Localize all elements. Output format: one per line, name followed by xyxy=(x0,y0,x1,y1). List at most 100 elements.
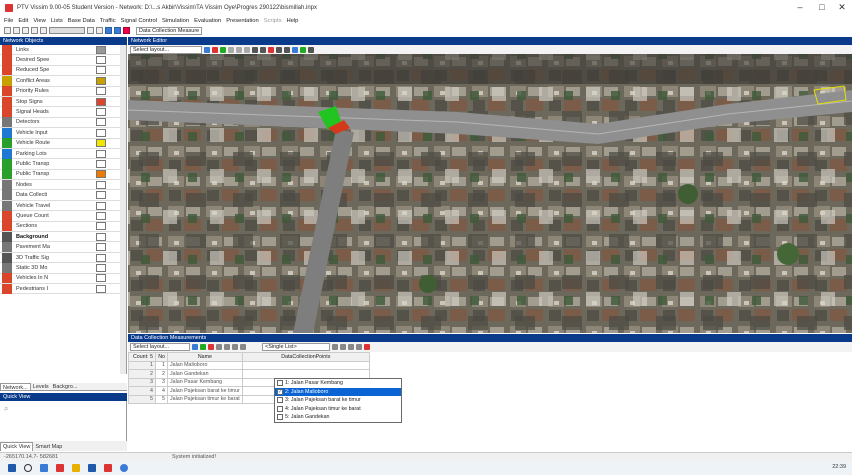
3d-mode-icon[interactable] xyxy=(292,46,298,53)
browser-icon[interactable] xyxy=(56,464,64,472)
row-number-cell[interactable]: 3 xyxy=(128,377,156,387)
single-list-dropdown[interactable]: <Single List> xyxy=(262,343,330,351)
menu-view[interactable]: View xyxy=(33,18,45,24)
network-object-color-swatch[interactable] xyxy=(96,128,106,137)
export-icon[interactable] xyxy=(356,344,362,350)
network-object-row[interactable]: Desired Spee xyxy=(0,55,126,66)
new-file-icon[interactable] xyxy=(4,27,11,34)
network-object-row[interactable]: Queue Count xyxy=(0,210,126,222)
menu-simulation[interactable]: Simulation xyxy=(162,18,189,24)
pan-icon[interactable] xyxy=(236,46,242,53)
paste-list-icon[interactable] xyxy=(348,344,354,350)
add-icon[interactable] xyxy=(200,344,206,350)
column-header[interactable]: No xyxy=(155,352,168,362)
network-object-row[interactable]: Signal Heads xyxy=(0,107,126,118)
network-object-row[interactable]: Reduced Spe xyxy=(0,65,126,77)
select-layout-dropdown[interactable]: Select layout... xyxy=(130,45,202,54)
auto-filter-icon[interactable] xyxy=(364,344,370,350)
network-object-color-swatch[interactable] xyxy=(96,232,106,241)
start-icon[interactable] xyxy=(8,464,16,472)
network-object-color-swatch[interactable] xyxy=(96,274,106,283)
quick-view-tab-0[interactable]: Quick View xyxy=(0,442,34,451)
attribute-selection-icon[interactable] xyxy=(240,344,246,350)
menu-help[interactable]: Help xyxy=(286,18,298,24)
row-number-cell[interactable]: 2 xyxy=(128,369,156,379)
menu-base-data[interactable]: Base Data xyxy=(68,18,95,24)
cell-no[interactable]: 3 xyxy=(155,377,168,387)
cell-no[interactable]: 1 xyxy=(155,360,168,370)
table-row[interactable]: 1 1 Jalan Malioboro xyxy=(128,360,370,370)
evaluation-selector[interactable]: Data Collection Measure xyxy=(136,26,203,35)
dropdown-option[interactable]: ✓ 2: Jalan Malioboro xyxy=(275,387,401,396)
row-number-cell[interactable]: 4 xyxy=(128,386,156,396)
chrome-icon[interactable] xyxy=(120,464,128,472)
word-icon[interactable] xyxy=(88,464,96,472)
cell-name[interactable]: Jalan Gandekan xyxy=(167,369,243,379)
wireframe-icon[interactable] xyxy=(220,46,226,53)
data-collection-points-dropdown[interactable]: 1: Jalan Pasar Kembang ✓ 2: Jalan Maliobor… xyxy=(274,378,402,423)
edit-tool-icon[interactable] xyxy=(204,46,210,53)
column-header[interactable]: Count: 5 xyxy=(128,352,156,362)
cell-no[interactable]: 2 xyxy=(155,369,168,379)
save-icon[interactable] xyxy=(22,27,29,34)
menu-signal-control[interactable]: Signal Control xyxy=(121,18,157,24)
network-object-row[interactable]: Static 3D Mo xyxy=(0,262,126,274)
edit-icon[interactable] xyxy=(192,344,198,350)
network-object-row[interactable]: Public Transp xyxy=(0,159,126,170)
stop-icon[interactable] xyxy=(123,27,130,34)
row-number-cell[interactable]: 5 xyxy=(128,394,156,404)
network-object-color-swatch[interactable] xyxy=(96,263,106,272)
network-object-color-swatch[interactable] xyxy=(96,159,106,168)
menu-traffic[interactable]: Traffic xyxy=(100,18,116,24)
menu-edit[interactable]: Edit xyxy=(18,18,28,24)
copy-icon[interactable] xyxy=(244,46,250,53)
duplicate-icon[interactable] xyxy=(216,344,222,350)
network-object-row[interactable]: Data Collecti xyxy=(0,190,126,201)
network-objects-tab-1[interactable]: Levels xyxy=(31,383,51,390)
cell-name[interactable]: Jalan Pasar Kembang xyxy=(167,377,243,387)
dropdown-option[interactable]: 1: Jalan Pasar Kembang xyxy=(275,379,401,388)
quick-view-tab-1[interactable]: Smart Map xyxy=(33,443,64,451)
network-object-color-swatch[interactable] xyxy=(96,76,106,85)
vissim-taskbar-icon[interactable] xyxy=(104,464,112,472)
network-object-row[interactable]: Pavement Ma xyxy=(0,242,126,253)
menu-scripts[interactable]: Scripts xyxy=(264,18,282,24)
network-object-color-swatch[interactable] xyxy=(96,87,106,96)
network-object-row[interactable]: Vehicle Route xyxy=(0,138,126,149)
copy-list-icon[interactable] xyxy=(340,344,346,350)
cell-no[interactable]: 4 xyxy=(155,386,168,396)
menu-presentation[interactable]: Presentation xyxy=(226,18,259,24)
network-object-color-swatch[interactable] xyxy=(96,201,106,210)
dropdown-option[interactable]: 4: Jalan Pajeksan timur ke barat xyxy=(275,405,401,414)
cell-name[interactable]: Jalan Pajeksan barat ke timur xyxy=(167,386,243,396)
delete-icon[interactable] xyxy=(208,344,214,350)
network-objects-tab-0[interactable]: Network... xyxy=(0,383,31,391)
next-view-icon[interactable] xyxy=(284,46,290,53)
dc-select-layout-dropdown[interactable]: Select layout... xyxy=(130,343,190,351)
network-object-row[interactable]: Background xyxy=(0,231,126,243)
zoom-out-icon[interactable] xyxy=(260,46,266,53)
network-object-row[interactable]: Pedestrians I xyxy=(0,283,126,295)
network-object-color-swatch[interactable] xyxy=(96,180,106,189)
close-button[interactable]: ✕ xyxy=(832,2,852,13)
network-object-row[interactable]: 3D Traffic Sig xyxy=(0,252,126,264)
menu-file[interactable]: File xyxy=(4,18,13,24)
column-header[interactable]: DataCollectionPoints xyxy=(241,352,370,362)
undo-icon[interactable] xyxy=(31,27,38,34)
option-checkbox[interactable] xyxy=(277,397,283,404)
table-row[interactable]: 2 2 Jalan Gandekan xyxy=(128,369,370,379)
cell-data-collection-points[interactable] xyxy=(241,360,370,370)
play-icon[interactable] xyxy=(105,27,112,34)
simulation-speed-slider[interactable] xyxy=(49,27,85,34)
zoom-icon[interactable] xyxy=(87,27,94,34)
grid-icon[interactable] xyxy=(212,46,218,53)
menu-evaluation[interactable]: Evaluation xyxy=(194,18,221,24)
open-file-icon[interactable] xyxy=(13,27,20,34)
dropdown-option[interactable]: 5: Jalan Gandekan xyxy=(275,413,401,422)
network-object-row[interactable]: Priority Rules xyxy=(0,86,126,97)
network-object-color-swatch[interactable] xyxy=(96,66,106,75)
network-object-color-swatch[interactable] xyxy=(96,56,106,65)
cell-data-collection-points[interactable] xyxy=(241,369,370,379)
network-objects-tab-2[interactable]: Backgro... xyxy=(51,383,80,390)
network-map-canvas[interactable] xyxy=(128,54,852,333)
